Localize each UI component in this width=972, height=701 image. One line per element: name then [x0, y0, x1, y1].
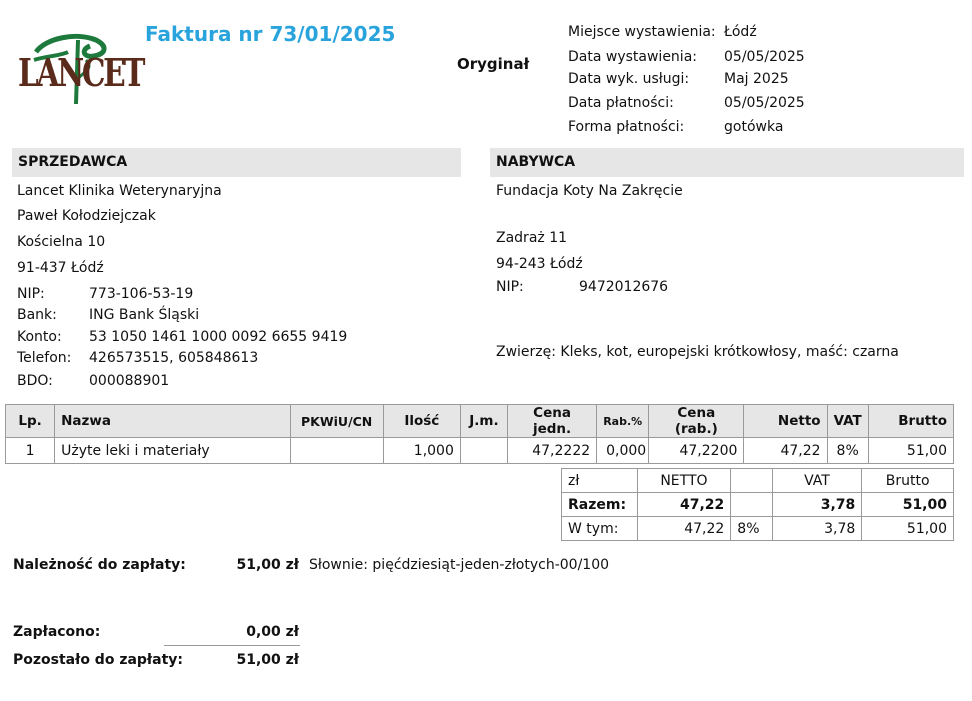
cell-qty: 1,000: [382, 437, 461, 464]
col-net: Netto: [743, 404, 828, 438]
meta-value: Łódź: [724, 24, 757, 40]
clinic-logo: LANCET: [16, 30, 145, 105]
col-pkwiu: PKWiU/CN: [289, 404, 384, 438]
meta-value: Maj 2025: [724, 71, 789, 87]
cell-discount: 0,000: [596, 437, 650, 464]
invoice-title: Faktura nr 73/01/2025: [145, 22, 396, 46]
seller-name: Lancet Klinika Weterynaryjna: [17, 183, 222, 199]
meta-value: gotówka: [724, 119, 784, 135]
seller-city: 91-437 Łódź: [17, 260, 104, 276]
sum-total-gross: 51,00: [861, 492, 954, 517]
summary-header-row: zł NETTO VAT Brutto: [561, 468, 954, 493]
seller-header: SPRZEDAWCA: [12, 148, 461, 177]
sum-vat-header: VAT: [771, 468, 863, 493]
meta-label: Data płatności:: [568, 95, 674, 111]
paid-amount: 0,00 zł: [246, 624, 299, 640]
sum-empty: [730, 492, 773, 517]
seller-person: Paweł Kołodziejczak: [17, 208, 156, 224]
seller-field-value: 53 1050 1461 1000 0092 6655 9419: [89, 329, 348, 345]
sum-ofwhich-net: 47,22: [636, 516, 732, 541]
seller-field-label: BDO:: [17, 373, 53, 389]
paid-divider: [164, 645, 300, 646]
sum-ofwhich-label: W tym:: [561, 516, 638, 541]
sum-total-label: Razem:: [561, 492, 638, 517]
sum-gross-header: Brutto: [861, 468, 954, 493]
col-name: Nazwa: [54, 404, 291, 438]
buyer-nip-label: NIP:: [496, 279, 524, 295]
seller-field-label: Telefon:: [17, 350, 72, 366]
logo-text: LANCET: [18, 50, 145, 95]
buyer-name: Fundacja Koty Na Zakręcie: [496, 183, 683, 199]
sum-ofwhich-rate: 8%: [730, 516, 773, 541]
seller-street: Kościelna 10: [17, 234, 106, 250]
meta-label: Data wyk. usługi:: [568, 71, 690, 87]
items-header-row: Lp. Nazwa PKWiU/CN Ilość J.m. Cena jedn.…: [4, 404, 955, 438]
cell-net: 47,22: [743, 437, 828, 464]
summary-oftwhich-row: W tym: 47,22 8% 3,78 51,00: [561, 516, 954, 541]
seller-field-value: 773-106-53-19: [89, 286, 194, 302]
sum-net-header: NETTO: [636, 468, 732, 493]
seller-field-label: NIP:: [17, 286, 45, 302]
cell-price-disc: 47,2200: [648, 437, 745, 464]
due-label: Należność do zapłaty:: [13, 557, 186, 573]
seller-field-label: Bank:: [17, 307, 57, 323]
sum-ofwhich-vat: 3,78: [771, 516, 863, 541]
col-qty: Ilość: [382, 404, 461, 438]
sum-ofwhich-gross: 51,00: [861, 516, 954, 541]
cell-pkwiu: [289, 437, 384, 464]
cell-name: Użyte leki i materiały: [54, 437, 291, 464]
col-price: Cena jedn.: [506, 404, 598, 438]
cell-price: 47,2222: [506, 437, 598, 464]
table-row: 1 Użyte leki i materiały 1,000 47,2222 0…: [4, 437, 955, 464]
remaining-label: Pozostało do zapłaty:: [13, 652, 183, 668]
col-vat: VAT: [826, 404, 869, 438]
sum-currency: zł: [561, 468, 638, 493]
items-table: Lp. Nazwa PKWiU/CN Ilość J.m. Cena jedn.…: [4, 404, 955, 464]
seller-field-label: Konto:: [17, 329, 62, 345]
vat-summary-table: zł NETTO VAT Brutto Razem: 47,22 3,78 51…: [561, 468, 954, 541]
cell-gross: 51,00: [867, 437, 955, 464]
meta-label: Forma płatności:: [568, 119, 685, 135]
remaining-amount: 51,00 zł: [236, 652, 299, 668]
seller-field-value: ING Bank Śląski: [89, 307, 200, 323]
buyer-animal: Zwierzę: Kleks, kot, europejski krótkowł…: [496, 344, 899, 360]
cell-unit: [459, 437, 508, 464]
sum-empty: [730, 468, 773, 493]
copy-label: Oryginał: [457, 55, 530, 73]
due-in-words: Słownie: pięćdziesiąt-jeden-złotych-00/1…: [309, 557, 610, 573]
buyer-city: 94-243 Łódź: [496, 256, 583, 272]
col-gross: Brutto: [867, 404, 955, 438]
meta-value: 05/05/2025: [724, 95, 805, 111]
col-unit: J.m.: [459, 404, 508, 438]
col-discount: Rab.%: [596, 404, 650, 438]
col-lp: Lp.: [4, 404, 56, 438]
buyer-header: NABYWCA: [490, 148, 964, 177]
col-price-disc: Cena (rab.): [648, 404, 745, 438]
seller-field-value: 000088901: [89, 373, 170, 389]
meta-label: Miejsce wystawienia:: [568, 24, 716, 40]
buyer-nip: 9472012676: [579, 279, 669, 295]
meta-value: 05/05/2025: [724, 49, 805, 65]
buyer-street: Zadraż 11: [496, 230, 568, 246]
cell-lp: 1: [4, 437, 56, 464]
sum-total-net: 47,22: [636, 492, 732, 517]
seller-field-value: 426573515, 605848613: [89, 350, 259, 366]
paid-label: Zapłacono:: [13, 624, 101, 640]
due-amount: 51,00 zł: [236, 557, 299, 573]
cell-vat: 8%: [826, 437, 869, 464]
summary-total-row: Razem: 47,22 3,78 51,00: [561, 492, 954, 517]
meta-label: Data wystawienia:: [568, 49, 697, 65]
sum-total-vat: 3,78: [771, 492, 863, 517]
